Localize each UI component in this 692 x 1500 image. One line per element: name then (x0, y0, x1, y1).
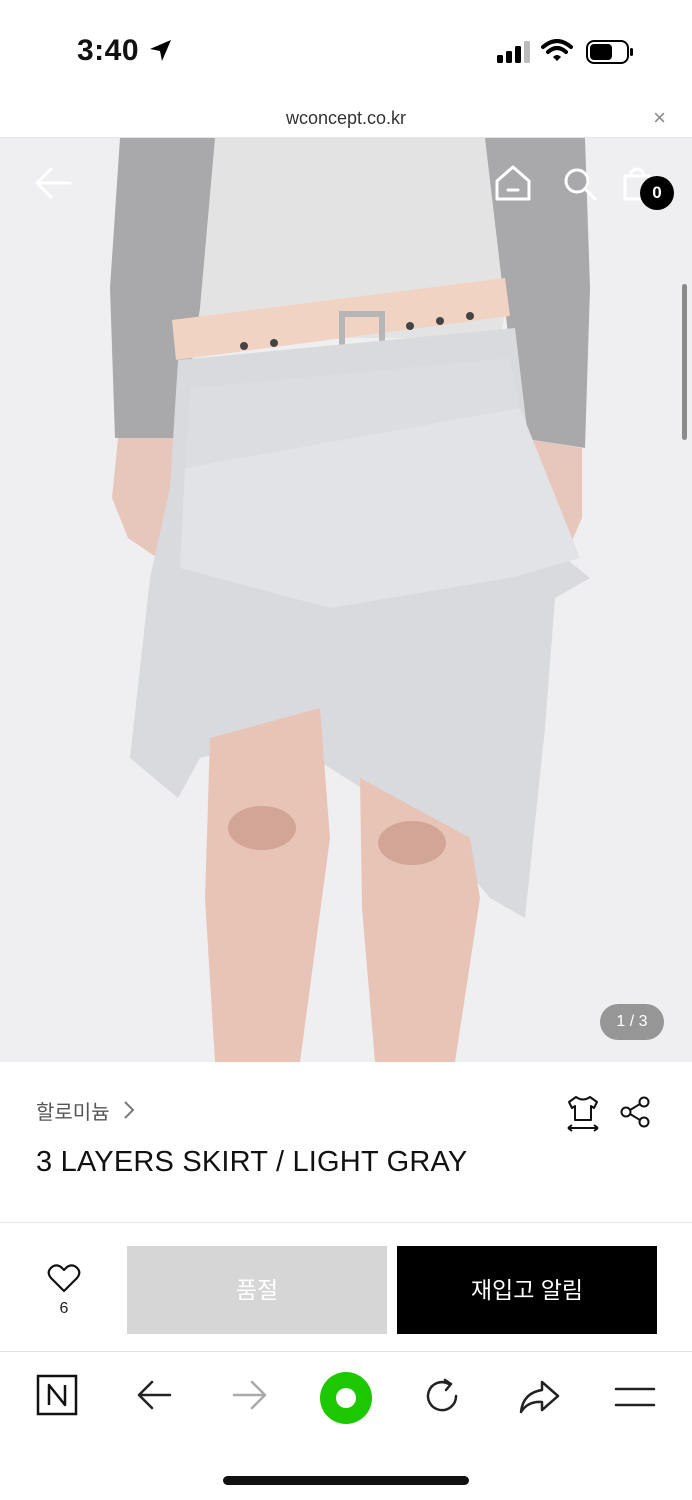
cellular-signal-icon (497, 41, 530, 63)
product-image[interactable] (0, 138, 692, 1062)
purchase-bar: 6 품절 재입고 알림 (0, 1223, 692, 1351)
status-time: 3:40 (77, 34, 140, 67)
menu-icon[interactable] (614, 1385, 656, 1409)
size-guide-icon[interactable] (565, 1094, 601, 1132)
restock-alert-button[interactable]: 재입고 알림 (397, 1246, 657, 1334)
location-arrow-icon (150, 40, 171, 61)
product-info: 할로미늄 3 LAYERS SKIRT / LIGHT GRAY (0, 1062, 692, 1222)
home-icon[interactable] (494, 164, 532, 202)
close-icon[interactable]: × (653, 107, 666, 129)
share-arrow-icon[interactable] (518, 1379, 560, 1415)
like-button[interactable]: 6 (36, 1263, 92, 1318)
home-indicator (223, 1476, 469, 1485)
browser-forward-icon[interactable] (232, 1378, 268, 1412)
status-bar: 3:40 (0, 0, 692, 100)
battery-icon (586, 40, 633, 64)
back-arrow-icon[interactable] (34, 166, 72, 200)
image-counter: 1 / 3 (600, 1004, 664, 1040)
green-dot-icon[interactable] (319, 1371, 373, 1425)
browser-back-icon[interactable] (136, 1378, 172, 1412)
cart-count-badge[interactable]: 0 (640, 176, 674, 210)
search-icon[interactable] (562, 166, 598, 202)
soldout-button[interactable]: 품절 (127, 1246, 387, 1334)
brand-link[interactable]: 할로미늄 (36, 1096, 110, 1125)
like-count: 6 (59, 1300, 69, 1317)
chevron-right-icon[interactable] (122, 1100, 136, 1120)
wifi-icon (541, 39, 573, 61)
url-bar[interactable]: wconcept.co.kr × (0, 100, 692, 138)
product-title: 3 LAYERS SKIRT / LIGHT GRAY (36, 1146, 468, 1178)
heart-icon[interactable] (47, 1263, 81, 1293)
product-photo (0, 138, 692, 1062)
naver-icon[interactable] (36, 1374, 78, 1416)
url-text[interactable]: wconcept.co.kr (0, 108, 692, 129)
reload-icon[interactable] (423, 1377, 461, 1415)
scroll-indicator[interactable] (682, 284, 687, 440)
share-icon[interactable] (620, 1096, 652, 1128)
